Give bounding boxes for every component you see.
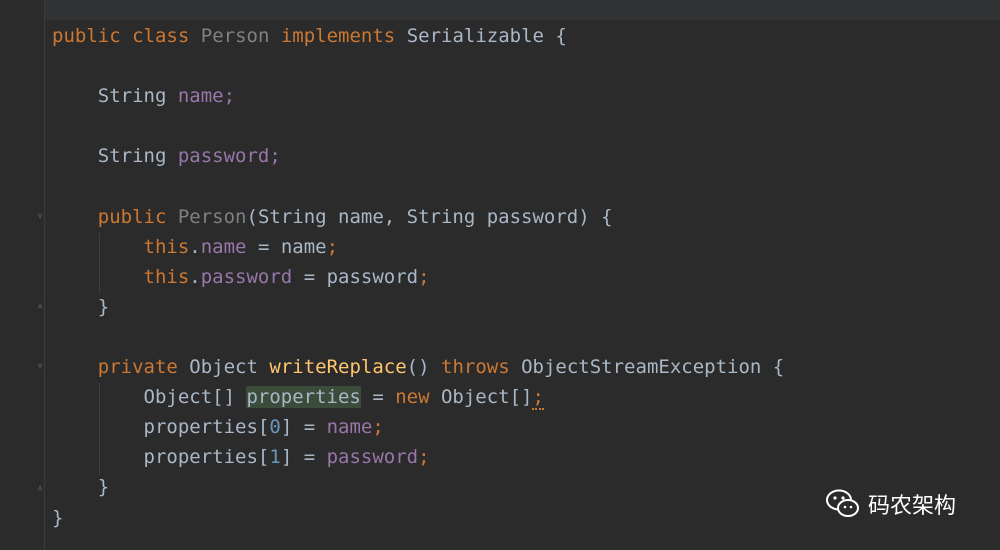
- fold-open-icon[interactable]: ▿: [35, 361, 45, 373]
- editor-top-bar: [0, 0, 1000, 20]
- code-line: }: [52, 472, 784, 502]
- type-name: String: [97, 145, 167, 168]
- type-name: Object[]: [143, 386, 236, 409]
- semicolon: ;: [418, 265, 430, 288]
- class-name: Person: [200, 25, 270, 47]
- watermark: 码农架构: [826, 488, 956, 520]
- code-line: properties[1] = password;: [52, 442, 784, 472]
- watermark-text: 码农架构: [868, 494, 957, 519]
- code-line: Object[] properties = new Object[];: [52, 382, 784, 412]
- code-line: public class Person implements Serializa…: [52, 21, 784, 51]
- method-name: writeReplace: [269, 356, 407, 379]
- semicolon-warning[interactable]: ;: [532, 386, 544, 411]
- code-line: }: [52, 503, 784, 533]
- type-name: Serializable {: [406, 25, 567, 47]
- code-line: }: [52, 292, 784, 322]
- keyword: public: [97, 205, 167, 228]
- code-line: String password;: [52, 141, 784, 171]
- dot: .: [189, 265, 201, 288]
- code-content[interactable]: public class Person implements Serializa…: [52, 21, 784, 533]
- code-editor[interactable]: ▿ ▵ ▿ ▵ public class Person implements S…: [0, 0, 1000, 550]
- code-line: this.password = password;: [52, 262, 784, 292]
- code-line: this.name = name;: [52, 232, 784, 262]
- code-line: properties[0] = name;: [52, 412, 784, 442]
- assignment: = name: [246, 235, 327, 258]
- brace: }: [97, 295, 110, 318]
- field-name: name;: [177, 85, 236, 108]
- keyword: throws: [441, 356, 510, 379]
- type-name: String: [97, 85, 167, 108]
- code-line: String name;: [52, 81, 784, 111]
- code-line: private Object writeReplace() throws Obj…: [52, 352, 784, 382]
- keyword: class: [132, 25, 190, 47]
- variable: properties[: [143, 446, 270, 469]
- assignment: =: [360, 386, 396, 409]
- field-name: password: [326, 446, 419, 469]
- assignment: ] =: [280, 416, 327, 439]
- assignment: ] =: [280, 446, 327, 469]
- parentheses: (): [406, 356, 430, 379]
- keyword: public: [52, 25, 121, 47]
- fold-close-icon[interactable]: ▵: [35, 482, 45, 494]
- field-name: name: [200, 235, 247, 258]
- number-literal: 0: [269, 416, 281, 439]
- code-line: public Person(String name, String passwo…: [52, 202, 784, 232]
- type-name: Object[]: [429, 386, 533, 409]
- keyword: this: [143, 235, 190, 258]
- fold-close-icon[interactable]: ▵: [35, 300, 45, 312]
- brace: }: [97, 476, 110, 499]
- fold-open-icon[interactable]: ▿: [35, 211, 45, 223]
- field-name: name: [326, 416, 373, 439]
- editor-gutter: [0, 0, 45, 550]
- semicolon: ;: [418, 446, 430, 469]
- wechat-icon: [826, 489, 859, 517]
- dot: .: [189, 235, 201, 258]
- keyword: implements: [280, 25, 396, 47]
- constructor-name: Person: [177, 205, 247, 228]
- keyword: new: [395, 386, 430, 409]
- field-name: password;: [177, 145, 281, 168]
- field-name: password: [200, 265, 293, 288]
- semicolon: ;: [372, 416, 384, 439]
- type-name: ObjectStreamException {: [521, 356, 785, 379]
- type-name: Object: [189, 356, 258, 379]
- assignment: = password: [292, 265, 419, 288]
- brace: }: [52, 506, 64, 529]
- number-literal: 1: [269, 446, 281, 469]
- variable: properties[: [143, 416, 270, 439]
- parameter-list: (String name, String password) {: [246, 205, 613, 228]
- keyword: private: [97, 356, 178, 379]
- semicolon: ;: [326, 235, 339, 258]
- keyword: this: [143, 265, 190, 288]
- highlighted-variable[interactable]: properties: [246, 386, 361, 409]
